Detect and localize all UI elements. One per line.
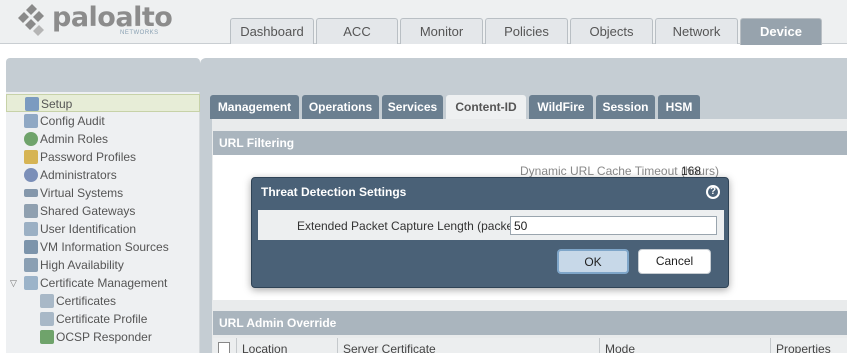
shared-gateways-icon — [24, 204, 38, 218]
tab-acc[interactable]: ACC — [316, 18, 398, 44]
sidebar-item-admin-roles[interactable]: Admin Roles — [6, 130, 200, 148]
setup-icon — [25, 97, 39, 111]
ok-button[interactable]: OK — [557, 249, 629, 274]
sidebar-item-label: VM Information Sources — [40, 240, 169, 254]
ocsp-responder-icon — [40, 330, 54, 344]
tab-content-id[interactable]: Content-ID — [446, 95, 526, 119]
sidebar-item-label: User Identification — [40, 222, 137, 236]
sidebar-item-certificate-management[interactable]: ▽ Certificate Management — [6, 274, 200, 292]
sidebar-item-label: Config Audit — [40, 114, 105, 128]
main-tab-bar: Dashboard ACC Monitor Policies Objects N… — [230, 18, 824, 45]
sidebar-item-virtual-systems[interactable]: Virtual Systems — [6, 184, 200, 202]
certificate-management-icon — [24, 276, 38, 290]
tab-services[interactable]: Services — [382, 95, 443, 119]
tab-operations[interactable]: Operations — [302, 95, 379, 119]
device-sidebar: Setup Config Audit Admin Roles Password … — [6, 92, 200, 353]
high-availability-icon — [24, 258, 38, 272]
sidebar-item-label: High Availability — [40, 258, 124, 272]
sidebar-item-label: Certificates — [56, 294, 117, 308]
sidebar-item-label: Password Profiles — [40, 150, 137, 164]
sidebar-item-label: Certificate Management — [40, 276, 168, 290]
paloalto-logo-icon — [18, 4, 44, 36]
sidebar-item-label: Setup — [41, 97, 73, 111]
sidebar-item-config-audit[interactable]: Config Audit — [6, 112, 200, 130]
brand-tagline: NETWORKS — [120, 30, 159, 36]
column-header-server-certificate[interactable]: Server Certificate — [343, 342, 436, 353]
tab-management[interactable]: Management — [210, 95, 299, 119]
select-all-checkbox[interactable] — [218, 342, 230, 353]
user-identification-icon — [24, 222, 38, 236]
column-header-location[interactable]: Location — [242, 342, 287, 353]
sidebar-item-certificates[interactable]: Certificates — [6, 292, 200, 310]
sidebar-item-label: Shared Gateways — [40, 204, 136, 218]
packet-capture-length-label: Extended Packet Capture Length (packets) — [297, 219, 527, 233]
dialog-body: Extended Packet Capture Length (packets) — [258, 210, 724, 240]
admin-roles-icon — [24, 132, 38, 146]
tab-hsm[interactable]: HSM — [658, 95, 700, 119]
sidebar-item-user-identification[interactable]: User Identification — [6, 220, 200, 238]
vm-information-sources-icon — [24, 240, 38, 254]
certificate-profile-icon — [40, 312, 54, 326]
tab-monitor[interactable]: Monitor — [400, 18, 483, 44]
sidebar-item-shared-gateways[interactable]: Shared Gateways — [6, 202, 200, 220]
sidebar-item-label: Administrators — [40, 168, 117, 182]
config-audit-icon — [24, 114, 38, 128]
cache-timeout-value: 168 — [681, 164, 702, 178]
sidebar-item-ocsp-responder[interactable]: OCSP Responder — [6, 328, 200, 346]
column-header-properties[interactable]: Properties — [776, 342, 831, 353]
url-admin-override-header[interactable]: URL Admin Override — [213, 311, 847, 335]
tab-dashboard[interactable]: Dashboard — [230, 18, 314, 44]
dialog-title: Threat Detection Settings — [261, 185, 407, 199]
threat-detection-settings-dialog: Threat Detection Settings ? Extended Pac… — [251, 177, 729, 288]
column-header-mode[interactable]: Mode — [605, 342, 635, 353]
tab-network[interactable]: Network — [655, 18, 738, 44]
url-admin-override-table-header: Location Server Certificate Mode Propert… — [213, 338, 847, 353]
app-header: paloalto NETWORKS Dashboard ACC Monitor … — [0, 0, 847, 45]
setup-tab-bar: Management Operations Services Content-I… — [210, 95, 703, 119]
sidebar-item-label: Certificate Profile — [56, 312, 148, 326]
sidebar-item-label: Admin Roles — [40, 132, 109, 146]
sidebar-item-label: Virtual Systems — [40, 186, 124, 200]
tab-wildfire[interactable]: WildFire — [529, 95, 593, 119]
column-divider — [770, 338, 771, 353]
administrators-icon — [24, 168, 38, 182]
sidebar-item-high-availability[interactable]: High Availability — [6, 256, 200, 274]
sidebar-item-setup[interactable]: Setup — [6, 94, 200, 112]
content-header-bar — [200, 58, 847, 86]
sidebar-item-certificate-profile[interactable]: Certificate Profile — [6, 310, 200, 328]
url-filtering-header[interactable]: URL Filtering — [213, 131, 847, 155]
sidebar-item-password-profiles[interactable]: Password Profiles — [6, 148, 200, 166]
sidebar-item-administrators[interactable]: Administrators — [6, 166, 200, 184]
paloalto-logo: paloalto NETWORKS — [16, 2, 173, 40]
expand-arrow-icon[interactable]: ▽ — [10, 274, 17, 292]
column-divider — [337, 338, 338, 353]
sidebar-item-label: OCSP Responder — [56, 330, 152, 344]
virtual-systems-icon — [24, 189, 38, 197]
column-divider — [599, 338, 600, 353]
cancel-button[interactable]: Cancel — [638, 249, 711, 274]
column-divider — [236, 338, 237, 353]
password-profiles-icon — [24, 150, 38, 164]
tab-objects[interactable]: Objects — [570, 18, 653, 44]
tab-device[interactable]: Device — [740, 18, 822, 45]
packet-capture-length-input[interactable] — [510, 216, 717, 235]
help-icon[interactable]: ? — [706, 185, 720, 199]
brand-name: paloalto — [52, 2, 173, 33]
tab-session[interactable]: Session — [596, 95, 655, 119]
certificates-icon — [40, 294, 54, 308]
sidebar-header — [6, 58, 200, 92]
tab-policies[interactable]: Policies — [485, 18, 568, 44]
sidebar-item-vm-information-sources[interactable]: VM Information Sources — [6, 238, 200, 256]
